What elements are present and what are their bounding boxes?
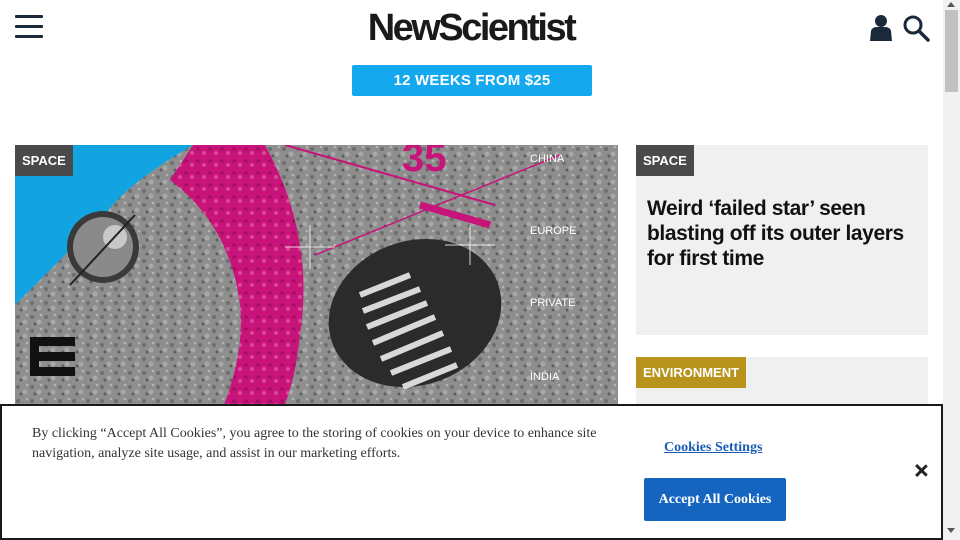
scrollbar-thumb[interactable]: [945, 10, 958, 92]
card-category-tag[interactable]: ENVIRONMENT: [636, 357, 747, 388]
card-headline[interactable]: Weird ‘failed star’ seen blasting off it…: [647, 196, 923, 271]
cookie-consent-text: By clicking “Accept All Cookies”, you ag…: [32, 426, 597, 461]
hero-label-europe: EUROPE: [530, 225, 576, 237]
accept-all-cookies-button[interactable]: Accept All Cookies: [644, 478, 786, 521]
subscribe-promo-button[interactable]: 12 WEEKS FROM $25: [352, 65, 592, 96]
hero-label-india: INDIA: [530, 371, 560, 383]
hero-label-china: CHINA: [530, 153, 565, 165]
cookie-consent-banner: By clicking “Accept All Cookies”, you ag…: [0, 404, 943, 540]
site-logo[interactable]: NewScientist: [357, 6, 585, 50]
user-account-icon[interactable]: [868, 14, 894, 42]
cookies-settings-link[interactable]: Cookies Settings: [664, 440, 762, 456]
hero-category-tag[interactable]: SPACE: [15, 145, 73, 176]
search-icon[interactable]: [902, 14, 930, 42]
hero-article-image[interactable]: 35 CHINA EUROPE PRIVATE INDIA SPACE: [15, 145, 618, 415]
hero-label-private: PRIVATE: [530, 297, 575, 309]
scroll-up-arrow-icon[interactable]: [947, 2, 955, 7]
hamburger-menu-icon[interactable]: [15, 15, 43, 39]
article-card[interactable]: SPACE Weird ‘failed star’ seen blasting …: [636, 145, 928, 335]
page-scrollbar[interactable]: [943, 0, 960, 540]
scroll-down-arrow-icon[interactable]: [947, 528, 955, 533]
close-icon[interactable]: [912, 462, 930, 480]
card-category-tag[interactable]: SPACE: [636, 145, 694, 176]
hero-image-number: 35: [402, 145, 447, 180]
